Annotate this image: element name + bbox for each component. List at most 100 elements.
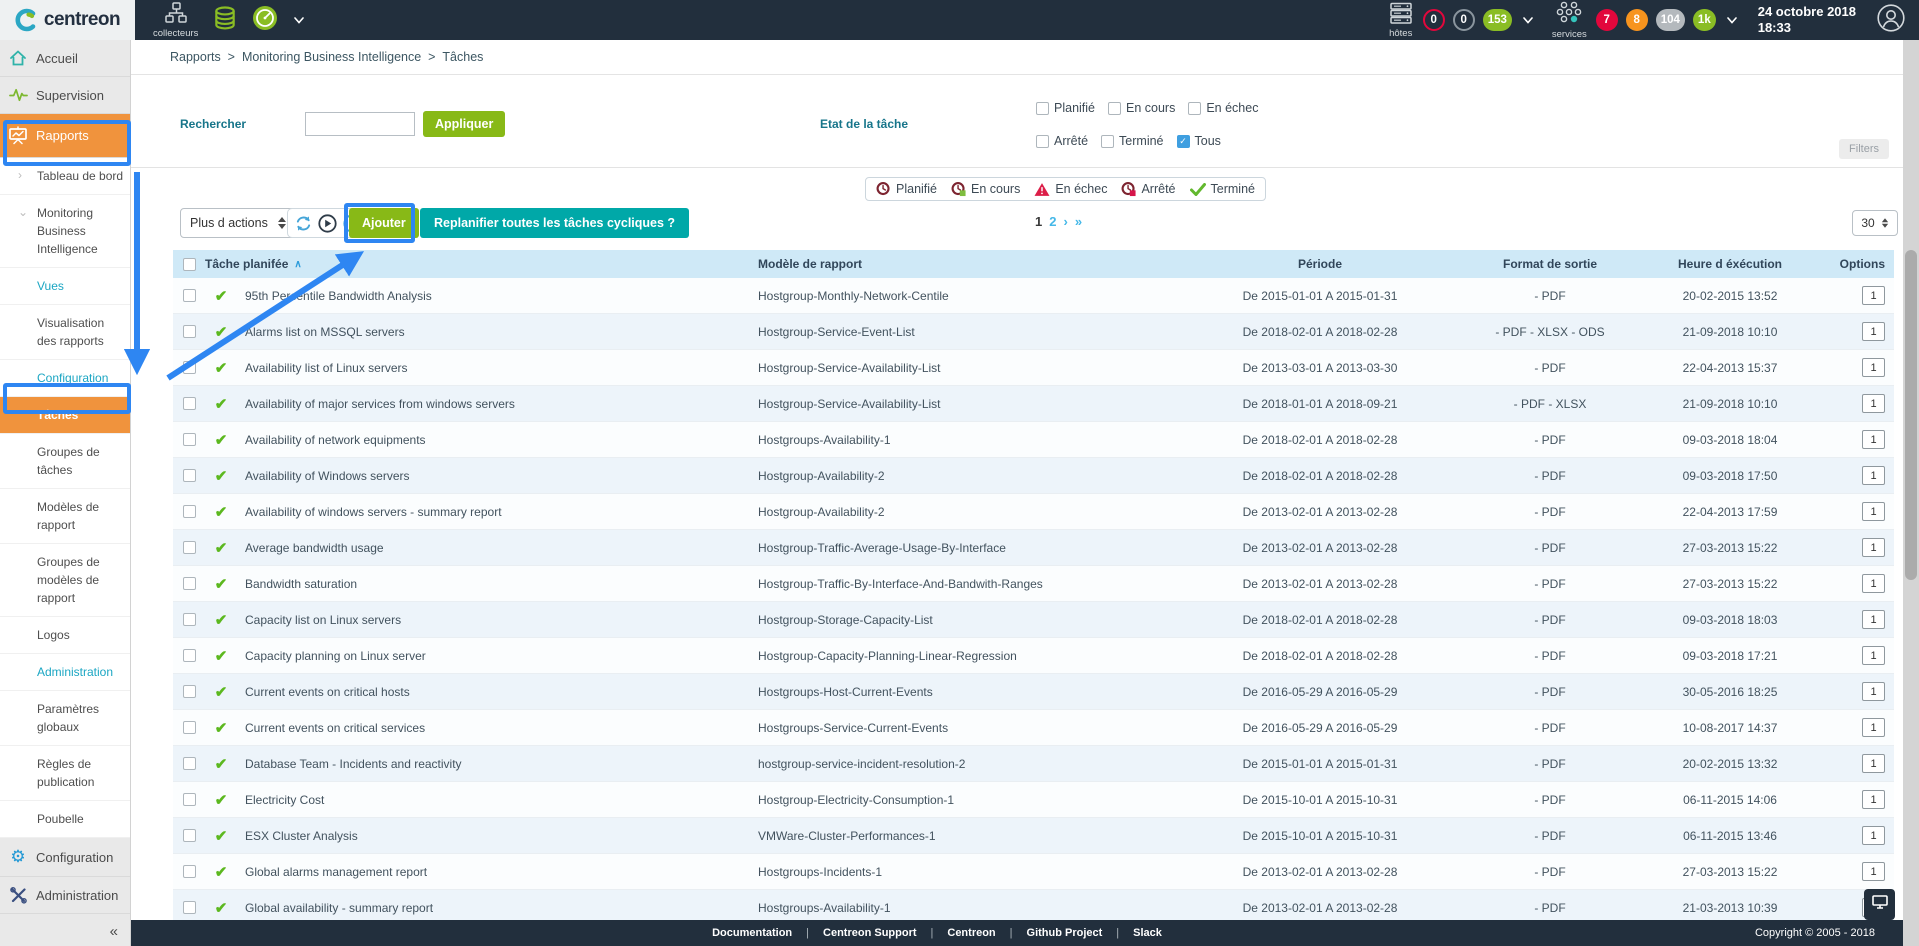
chevron-down-icon[interactable] [294,17,304,24]
sidebar-item-administration[interactable]: Administration [0,654,130,691]
services-menu[interactable]: services [1552,1,1587,40]
page-next[interactable]: › [1063,214,1067,229]
options-input[interactable] [1862,610,1885,629]
host-counter[interactable]: 0 [1423,9,1445,31]
breadcrumb-item[interactable]: Tâches [442,50,483,64]
checkbox-icon[interactable] [183,757,196,770]
checkbox-icon[interactable] [183,505,196,518]
sidebar-item-regles-de-publication[interactable]: Règles de publication [0,746,130,801]
apply-button[interactable]: Appliquer [423,111,505,137]
header-model[interactable]: Modèle de rapport [750,257,1180,271]
replan-cyclic-tasks-button[interactable]: Replanifier toutes les tâches cycliques … [420,208,689,238]
page-2[interactable]: 2 [1049,214,1056,229]
chevron-down-icon[interactable] [1523,17,1533,24]
fullscreen-button[interactable] [1864,889,1895,920]
options-input[interactable] [1862,790,1885,809]
service-counter[interactable]: 104 [1656,9,1685,31]
options-input[interactable] [1862,646,1885,665]
checkbox-icon[interactable] [183,397,196,410]
footer-link-centreon-support[interactable]: Centreon Support [823,927,917,939]
options-input[interactable] [1862,430,1885,449]
sidebar-item-supervision[interactable]: Supervision [0,77,130,114]
checkbox-icon[interactable] [183,829,196,842]
sidebar-item-taches[interactable]: Tâches [0,397,130,434]
options-input[interactable] [1862,538,1885,557]
sidebar-item-parametres-globaux[interactable]: Paramètres globaux [0,691,130,746]
sidebar-item-groupes-de-modeles-de-rapport[interactable]: Groupes de modèles de rapport [0,544,130,617]
footer-link-documentation[interactable]: Documentation [712,927,792,939]
options-input[interactable] [1862,502,1885,521]
header-period[interactable]: Période [1180,257,1460,271]
checkbox-icon[interactable] [183,649,196,662]
checkbox-icon[interactable] [183,793,196,806]
checkbox-icon[interactable] [183,613,196,626]
search-input[interactable] [305,112,415,136]
options-input[interactable] [1862,574,1885,593]
hosts-menu[interactable]: hôtes [1388,2,1414,39]
sidebar-item-administration[interactable]: Administration [0,877,130,914]
play-icon[interactable] [318,214,337,233]
latency-status[interactable] [252,5,278,35]
sidebar-item-monitoring-business-intelligence[interactable]: ⌄Monitoring Business Intelligence [0,195,130,268]
options-input[interactable] [1862,322,1885,341]
page-last[interactable]: » [1075,214,1082,229]
collapse-sidebar-button[interactable]: « [110,923,118,940]
breadcrumb-item[interactable]: Monitoring Business Intelligence [242,50,421,64]
sidebar-item-tableau-de-bord[interactable]: ›Tableau de bord [0,158,130,195]
checkbox-icon[interactable] [183,541,196,554]
select-all-checkbox[interactable] [183,258,196,271]
footer-link-slack[interactable]: Slack [1133,927,1162,939]
sidebar-item-poubelle[interactable]: Poubelle [0,801,130,838]
pollers-menu[interactable]: collecteurs [153,2,198,39]
sidebar-item-visualisation-des-rapports[interactable]: Visualisation des rapports [0,305,130,360]
page-size-select[interactable]: 30 [1852,210,1898,236]
options-input[interactable] [1862,754,1885,773]
service-counter[interactable]: 7 [1596,9,1618,31]
filter-checkbox-arrete[interactable]: Arrêté [1036,134,1088,148]
refresh-icon[interactable] [295,215,312,232]
breadcrumb-item[interactable]: Rapports [170,50,221,64]
service-counter[interactable]: 1k [1693,9,1716,31]
host-counter[interactable]: 153 [1483,9,1512,31]
checkbox-icon[interactable] [183,577,196,590]
checkbox-icon[interactable] [183,361,196,374]
sort-asc-icon[interactable]: ∧ [294,259,301,270]
footer-link-github-project[interactable]: Github Project [1027,927,1103,939]
checkbox-icon[interactable] [183,433,196,446]
checkbox-icon[interactable] [183,469,196,482]
sidebar-item-configuration[interactable]: ⚙Configuration [0,838,130,877]
options-input[interactable] [1862,682,1885,701]
sidebar-item-rapports[interactable]: Rapports [0,114,130,158]
filter-checkbox-en-cours[interactable]: En cours [1108,101,1175,115]
service-counter[interactable]: 8 [1626,9,1648,31]
more-actions-select[interactable]: Plus d actions [180,208,296,238]
options-input[interactable] [1862,466,1885,485]
checkbox-icon[interactable] [183,901,196,914]
scrollbar-thumb[interactable] [1905,250,1917,580]
database-status[interactable] [212,5,238,35]
user-menu[interactable] [1877,4,1905,37]
filter-checkbox-termine[interactable]: Terminé [1101,134,1163,148]
sidebar-item-groupes-de-taches[interactable]: Groupes de tâches [0,434,130,489]
sidebar-item-logos[interactable]: Logos [0,617,130,654]
filter-checkbox-tous[interactable]: ✓Tous [1177,134,1221,148]
checkbox-icon[interactable] [183,721,196,734]
header-exec-time[interactable]: Heure d éxécution [1640,257,1820,271]
options-input[interactable] [1862,394,1885,413]
options-input[interactable] [1862,286,1885,305]
checkbox-icon[interactable] [183,325,196,338]
header-format[interactable]: Format de sortie [1460,257,1640,271]
header-task[interactable]: Tâche planifée [205,257,288,271]
filter-checkbox-en-echec[interactable]: En échec [1188,101,1258,115]
centreon-logo[interactable]: centreon [0,0,135,40]
sidebar-item-configuration[interactable]: Configuration [0,360,130,397]
chevron-down-icon[interactable] [1727,17,1737,24]
footer-link-centreon[interactable]: Centreon [947,927,995,939]
filter-checkbox-planifie[interactable]: Planifié [1036,101,1095,115]
add-button[interactable]: Ajouter [349,208,419,238]
host-counter[interactable]: 0 [1453,9,1475,31]
filters-button[interactable]: Filters [1839,139,1889,159]
options-input[interactable] [1862,826,1885,845]
sidebar-item-modeles-de-rapport[interactable]: Modèles de rapport [0,489,130,544]
checkbox-icon[interactable] [183,685,196,698]
